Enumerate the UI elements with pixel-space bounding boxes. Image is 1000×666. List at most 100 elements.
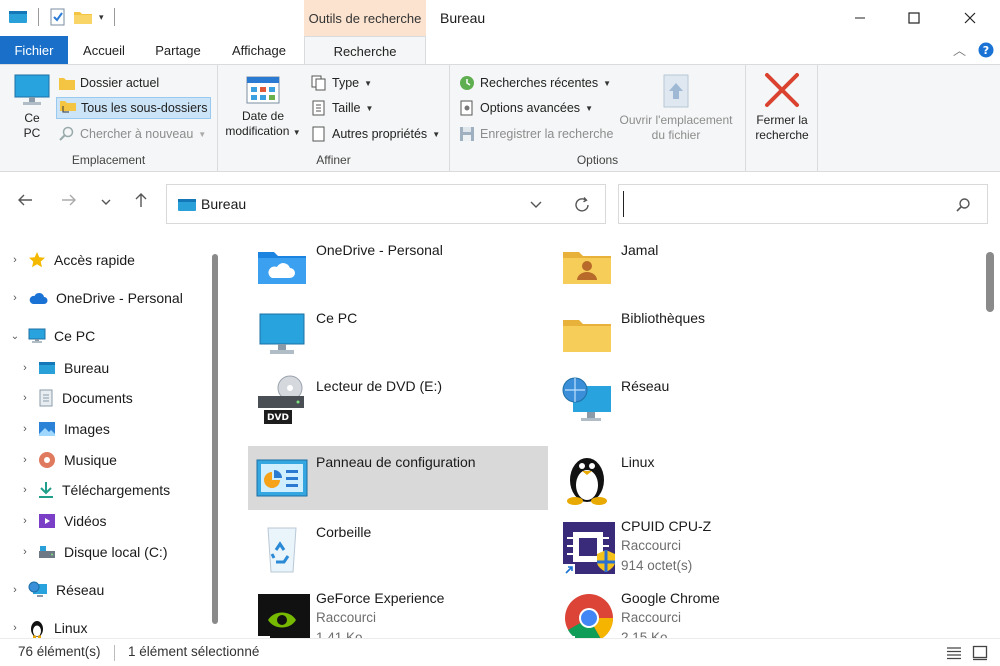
sidebar-item-label: OneDrive - Personal — [56, 290, 183, 306]
item-linux[interactable]: Linux — [553, 446, 853, 510]
forward-button[interactable] — [60, 191, 78, 214]
item-user-folder[interactable]: Jamal — [553, 234, 853, 298]
onedrive-folder-icon — [258, 252, 306, 284]
current-folder-label: Dossier actuel — [80, 76, 160, 90]
sidebar-item-label: Téléchargements — [62, 482, 171, 498]
sidebar-item-this-pc[interactable]: ⌄ Ce PC — [10, 324, 95, 348]
advanced-options-label: Options avancées — [480, 101, 581, 115]
tab-file[interactable]: Fichier — [0, 36, 68, 64]
sidebar-item-desktop[interactable]: › Bureau — [20, 356, 109, 380]
tux-icon — [31, 621, 43, 638]
item-geforce-experience[interactable]: GeForce Experience Raccourci 1,41 Ko — [248, 588, 548, 638]
desktop-folder-icon — [39, 362, 55, 374]
item-name: Réseau — [621, 378, 670, 394]
large-icons-view-icon[interactable] — [972, 645, 988, 661]
item-type: Raccourci — [621, 610, 682, 625]
sidebar-item-linux[interactable]: › Linux — [10, 616, 87, 638]
search-again-icon — [59, 126, 74, 141]
chevron-right-icon[interactable]: › — [10, 292, 20, 304]
file-list-scrollbar[interactable] — [986, 252, 994, 312]
up-button[interactable] — [132, 191, 150, 214]
chevron-right-icon[interactable]: › — [20, 546, 30, 558]
chevron-down-icon: ▼ — [585, 103, 593, 113]
chevron-right-icon[interactable]: › — [10, 584, 20, 596]
save-search-button[interactable]: Enregistrer la recherche — [456, 123, 616, 145]
sidebar-item-onedrive[interactable]: › OneDrive - Personal — [10, 286, 183, 310]
pictures-icon — [39, 422, 55, 436]
chevron-right-icon[interactable]: › — [10, 622, 20, 634]
chevron-right-icon[interactable]: › — [20, 362, 30, 374]
recent-locations-button[interactable] — [100, 194, 112, 212]
close-search-button[interactable]: Fermer la recherche — [748, 71, 816, 143]
item-onedrive[interactable]: OneDrive - Personal — [248, 234, 548, 298]
date-modified-button[interactable]: Date de modification ▼ — [220, 73, 306, 140]
close-button[interactable] — [942, 0, 998, 36]
download-icon — [39, 482, 53, 498]
item-control-panel[interactable]: Panneau de configuration — [248, 446, 548, 510]
chevron-right-icon[interactable]: › — [20, 484, 30, 496]
user-folder-icon — [563, 252, 611, 284]
chevron-down-icon: ▼ — [432, 129, 441, 139]
status-bar: 76 élément(s) 1 élément sélectionné — [0, 638, 1000, 666]
item-name: Ce PC — [316, 310, 358, 326]
sidebar-item-local-disk[interactable]: › Disque local (C:) — [20, 540, 167, 564]
selection-count: 1 élément sélectionné — [128, 644, 260, 659]
sidebar-item-downloads[interactable]: › Téléchargements — [20, 478, 170, 502]
details-view-icon[interactable] — [946, 646, 962, 660]
new-folder-icon[interactable] — [73, 9, 93, 25]
sidebar-item-quick-access[interactable]: › Accès rapide — [10, 248, 135, 272]
chevron-right-icon[interactable]: › — [20, 515, 30, 527]
this-pc-button[interactable]: Ce PC — [10, 73, 54, 141]
item-dvd-drive[interactable]: DVD Lecteur de DVD (E:) — [248, 370, 548, 434]
tab-home[interactable]: Accueil — [72, 36, 136, 64]
ribbon-tabs: Fichier Accueil Partage Affichage Recher… — [0, 36, 1000, 65]
desktop-folder-icon — [178, 199, 196, 211]
item-this-pc[interactable]: Ce PC — [248, 302, 548, 366]
sidebar-item-videos[interactable]: › Vidéos — [20, 509, 107, 533]
navigation-pane-scrollbar[interactable] — [212, 254, 218, 624]
chevron-right-icon[interactable]: › — [20, 392, 30, 404]
address-bar[interactable]: Bureau — [166, 184, 606, 224]
collapse-ribbon-button[interactable]: ︿ — [953, 40, 966, 59]
search-box[interactable] — [618, 184, 988, 224]
back-button[interactable] — [16, 191, 34, 214]
item-google-chrome[interactable]: Google Chrome Raccourci 2,15 Ko — [553, 588, 853, 638]
help-icon[interactable]: ? — [978, 42, 994, 58]
minimize-button[interactable] — [832, 0, 888, 36]
search-input[interactable] — [623, 191, 943, 217]
item-network[interactable]: Réseau — [553, 370, 853, 434]
item-cpuz[interactable]: CPUID CPU-Z Raccourci 914 octet(s) — [553, 516, 853, 588]
item-recycle-bin[interactable]: Corbeille — [248, 516, 548, 580]
qat-separator — [38, 8, 39, 26]
tab-view[interactable]: Affichage — [222, 36, 296, 64]
sidebar-item-music[interactable]: › Musique — [20, 448, 117, 472]
current-folder-button[interactable]: Dossier actuel — [56, 72, 162, 94]
contextual-tab-header: Outils de recherche — [304, 0, 426, 36]
chevron-right-icon[interactable]: › — [10, 254, 20, 266]
properties-icon[interactable] — [49, 8, 67, 26]
open-location-label-1: Ouvrir l'emplacement — [619, 113, 733, 127]
item-libraries[interactable]: Bibliothèques — [553, 302, 853, 366]
recent-searches-button[interactable]: Recherches récentes ▼ — [456, 72, 614, 94]
chevron-right-icon[interactable]: › — [20, 423, 30, 435]
maximize-button[interactable] — [886, 0, 942, 36]
open-file-location-button[interactable]: Ouvrir l'emplacement du fichier — [614, 73, 738, 143]
sidebar-item-network[interactable]: › Réseau — [10, 578, 104, 602]
size-filter-button[interactable]: Taille ▼ — [308, 97, 376, 119]
tab-search[interactable]: Recherche — [304, 36, 426, 65]
qat-customize-icon[interactable]: ▾ — [99, 12, 104, 23]
chevron-right-icon[interactable]: › — [20, 454, 30, 466]
chevron-down-icon[interactable] — [529, 199, 543, 211]
tab-share[interactable]: Partage — [146, 36, 210, 64]
sidebar-item-pictures[interactable]: › Images — [20, 417, 110, 441]
chevron-down-icon[interactable]: ⌄ — [10, 331, 20, 342]
type-filter-button[interactable]: Type ▼ — [308, 72, 375, 94]
sidebar-item-documents[interactable]: › Documents — [20, 386, 133, 410]
all-subfolders-button[interactable]: Tous les sous-dossiers — [56, 97, 212, 119]
refresh-icon[interactable] — [573, 196, 591, 214]
sidebar-item-label: Vidéos — [64, 513, 107, 529]
advanced-options-button[interactable]: Options avancées ▼ — [456, 97, 596, 119]
navigation-pane: › Accès rapide › OneDrive - Personal ⌄ C… — [0, 234, 226, 638]
search-again-button[interactable]: Chercher à nouveau ▼ — [56, 123, 209, 145]
other-properties-button[interactable]: Autres propriétés ▼ — [308, 123, 443, 145]
